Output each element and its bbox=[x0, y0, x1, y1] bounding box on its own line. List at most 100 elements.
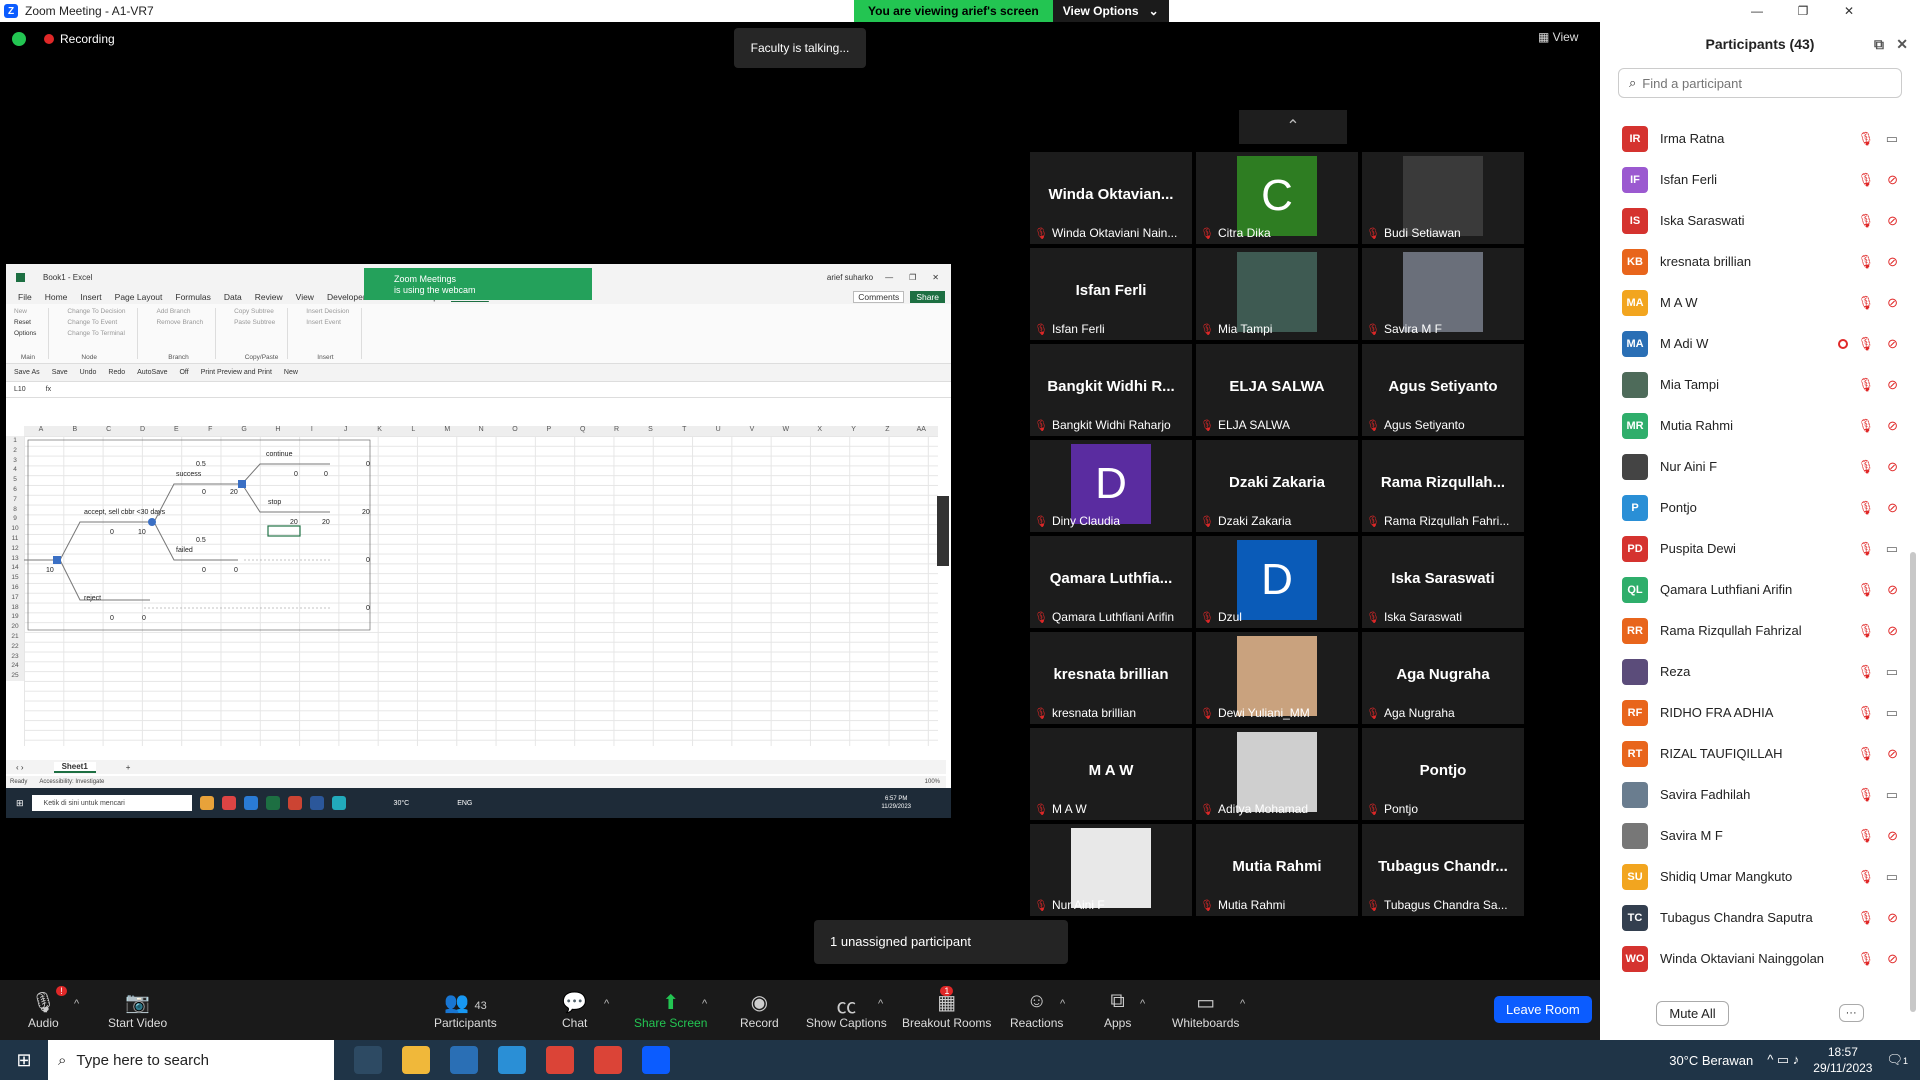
audio-button[interactable]: 🎙! Audio bbox=[28, 986, 67, 1030]
ribbon-copy-subtree[interactable]: Copy Subtree bbox=[234, 308, 275, 315]
file-explorer-icon[interactable] bbox=[402, 1046, 430, 1074]
menu-review[interactable]: Review bbox=[255, 292, 283, 302]
apps-options-caret[interactable]: ^ bbox=[1140, 998, 1145, 1010]
column-header[interactable]: M bbox=[430, 426, 464, 436]
column-header[interactable]: Q bbox=[566, 426, 600, 436]
menu-home[interactable]: Home bbox=[45, 292, 68, 302]
participant-row[interactable]: WO Winda Oktaviani Nainggolan 🎙 ⊘ bbox=[1600, 938, 1920, 979]
participant-row[interactable]: IS Iska Saraswati 🎙 ⊘ bbox=[1600, 200, 1920, 241]
menu-developer[interactable]: Developer bbox=[327, 292, 366, 302]
row-header[interactable]: 5 bbox=[6, 475, 24, 485]
spreadsheet-grid[interactable]: A B C D E F G H I J K L M N O P Q R S T U V W X Y Z AA 1 2 3 4 5 6 7 8 9 10… bbox=[6, 426, 946, 746]
find-participant-box[interactable]: ⌕ bbox=[1618, 68, 1902, 98]
row-header[interactable]: 2 bbox=[6, 446, 24, 456]
apps-button[interactable]: ⧉ Apps bbox=[1104, 990, 1131, 1030]
row-header[interactable]: 11 bbox=[6, 534, 24, 544]
row-header[interactable]: 3 bbox=[6, 456, 24, 466]
breakout-rooms-button[interactable]: ▦ 1 Breakout Rooms bbox=[902, 986, 991, 1030]
participant-row[interactable]: PD Puspita Dewi 🎙 ▭ bbox=[1600, 528, 1920, 569]
task-view-icon[interactable] bbox=[354, 1046, 382, 1074]
sheet-nav-arrows[interactable]: ‹ › bbox=[16, 763, 24, 772]
weather-text[interactable]: 30°C Berawan bbox=[1669, 1053, 1753, 1068]
chat-options-caret[interactable]: ^ bbox=[604, 998, 609, 1010]
leave-room-button[interactable]: Leave Room bbox=[1494, 996, 1592, 1023]
column-header[interactable]: D bbox=[126, 426, 160, 436]
audio-options-caret[interactable]: ^ bbox=[74, 998, 79, 1010]
participant-tile[interactable]: D 🎙 Diny Claudia bbox=[1030, 440, 1192, 532]
row-header[interactable]: 16 bbox=[6, 583, 24, 593]
column-header[interactable]: R bbox=[600, 426, 634, 436]
participant-tile[interactable]: Qamara Luthfia... 🎙 Qamara Luthfiani Arifi… bbox=[1030, 536, 1192, 628]
column-header[interactable]: P bbox=[532, 426, 566, 436]
zoom-share-sidetools[interactable] bbox=[937, 496, 949, 566]
column-header[interactable]: K bbox=[363, 426, 397, 436]
participant-tile[interactable]: Pontjo 🎙 Pontjo bbox=[1362, 728, 1524, 820]
row-header[interactable]: 20 bbox=[6, 622, 24, 632]
column-header[interactable]: L bbox=[396, 426, 430, 436]
row-header[interactable]: 7 bbox=[6, 495, 24, 505]
chrome-icon[interactable] bbox=[546, 1046, 574, 1074]
participant-tile[interactable]: Isfan Ferli 🎙 Isfan Ferli bbox=[1030, 248, 1192, 340]
ribbon-change-decision[interactable]: Change To Decision bbox=[67, 308, 125, 315]
column-header[interactable]: V bbox=[735, 426, 769, 436]
participant-tile[interactable]: 🎙 Dewi Yuliani_MM bbox=[1196, 632, 1358, 724]
ribbon-insert-decision[interactable]: Insert Decision bbox=[306, 308, 349, 315]
add-sheet-button[interactable]: + bbox=[126, 763, 131, 772]
unassigned-participant-toast[interactable]: 1 unassigned participant bbox=[814, 920, 1068, 964]
menu-page-layout[interactable]: Page Layout bbox=[115, 292, 163, 302]
column-header[interactable]: X bbox=[803, 426, 837, 436]
row-header[interactable]: 15 bbox=[6, 573, 24, 583]
participant-row[interactable]: Savira Fadhilah 🎙 ▭ bbox=[1600, 774, 1920, 815]
participant-row[interactable]: Mia Tampi 🎙 ⊘ bbox=[1600, 364, 1920, 405]
close-window-button[interactable]: ✕ bbox=[1826, 0, 1872, 22]
minimize-button[interactable]: — bbox=[1734, 0, 1780, 22]
reactions-options-caret[interactable]: ^ bbox=[1060, 998, 1065, 1010]
participant-tile[interactable]: 🎙 Budi Setiawan bbox=[1362, 152, 1524, 244]
participant-row[interactable]: SU Shidiq Umar Mangkuto 🎙 ▭ bbox=[1600, 856, 1920, 897]
row-header[interactable]: 14 bbox=[6, 563, 24, 573]
maximize-button[interactable]: ❐ bbox=[1780, 0, 1826, 22]
participant-tile[interactable]: Rama Rizqullah... 🎙 Rama Rizqullah Fahri..… bbox=[1362, 440, 1524, 532]
ribbon-change-event[interactable]: Change To Event bbox=[67, 319, 125, 326]
participant-tile[interactable]: 🎙 Aditya Mohamad bbox=[1196, 728, 1358, 820]
participant-tile[interactable]: 🎙 Savira M F bbox=[1362, 248, 1524, 340]
participant-row[interactable]: TC Tubagus Chandra Saputra 🎙 ⊘ bbox=[1600, 897, 1920, 938]
view-button[interactable]: ▦ View bbox=[1538, 30, 1578, 44]
participant-row[interactable]: MA M Adi W 🎙 ⊘ bbox=[1600, 323, 1920, 364]
column-header[interactable]: B bbox=[58, 426, 92, 436]
participant-tile[interactable]: ELJA SALWA 🎙 ELJA SALWA bbox=[1196, 344, 1358, 436]
participant-row[interactable]: MA M A W 🎙 ⊘ bbox=[1600, 282, 1920, 323]
participant-tile[interactable]: 🎙 Mia Tampi bbox=[1196, 248, 1358, 340]
row-header[interactable]: 6 bbox=[6, 485, 24, 495]
column-header[interactable]: F bbox=[193, 426, 227, 436]
participant-row[interactable]: IF Isfan Ferli 🎙 ⊘ bbox=[1600, 159, 1920, 200]
recording-indicator[interactable]: Recording bbox=[12, 32, 115, 46]
whiteboards-options-caret[interactable]: ^ bbox=[1240, 998, 1245, 1010]
participant-tile[interactable]: Iska Saraswati 🎙 Iska Saraswati bbox=[1362, 536, 1524, 628]
tray-icons[interactable]: ^ ▭ ♪ bbox=[1767, 1052, 1799, 1068]
show-captions-button[interactable]: ㏄ Show Captions bbox=[806, 990, 887, 1030]
excel-restore-icon[interactable]: ❐ bbox=[909, 273, 916, 282]
participant-tile[interactable]: Dzaki Zakaria 🎙 Dzaki Zakaria bbox=[1196, 440, 1358, 532]
participant-row[interactable]: RR Rama Rizqullah Fahrizal 🎙 ⊘ bbox=[1600, 610, 1920, 651]
qa-save-as[interactable]: Save As bbox=[14, 369, 40, 376]
security-shield-icon[interactable] bbox=[12, 32, 26, 46]
share-options-caret[interactable]: ^ bbox=[702, 998, 707, 1010]
name-box[interactable]: L10 bbox=[14, 386, 26, 393]
status-accessibility[interactable]: Accessibility: Investigate bbox=[39, 779, 104, 785]
store-icon[interactable] bbox=[450, 1046, 478, 1074]
row-header[interactable]: 19 bbox=[6, 612, 24, 622]
taskbar-search[interactable]: ⌕ Type here to search bbox=[48, 1040, 334, 1080]
start-video-button[interactable]: 📷 Start Video bbox=[108, 990, 167, 1030]
column-header[interactable]: Y bbox=[837, 426, 871, 436]
participant-row[interactable]: Savira M F 🎙 ⊘ bbox=[1600, 815, 1920, 856]
share-screen-button[interactable]: ⬆ Share Screen bbox=[634, 990, 707, 1030]
participant-tile[interactable]: Bangkit Widhi R... 🎙 Bangkit Widhi Raharjo bbox=[1030, 344, 1192, 436]
qa-redo[interactable]: Redo bbox=[108, 369, 125, 376]
participant-tile[interactable]: Aga Nugraha 🎙 Aga Nugraha bbox=[1362, 632, 1524, 724]
qa-print-preview[interactable]: Print Preview and Print bbox=[201, 369, 272, 376]
mute-all-button[interactable]: Mute All bbox=[1656, 1000, 1729, 1026]
ribbon-insert-event[interactable]: Insert Event bbox=[306, 319, 349, 326]
participant-row[interactable]: RF RIDHO FRA ADHIA 🎙 ▭ bbox=[1600, 692, 1920, 733]
ribbon-paste-subtree[interactable]: Paste Subtree bbox=[234, 319, 275, 326]
